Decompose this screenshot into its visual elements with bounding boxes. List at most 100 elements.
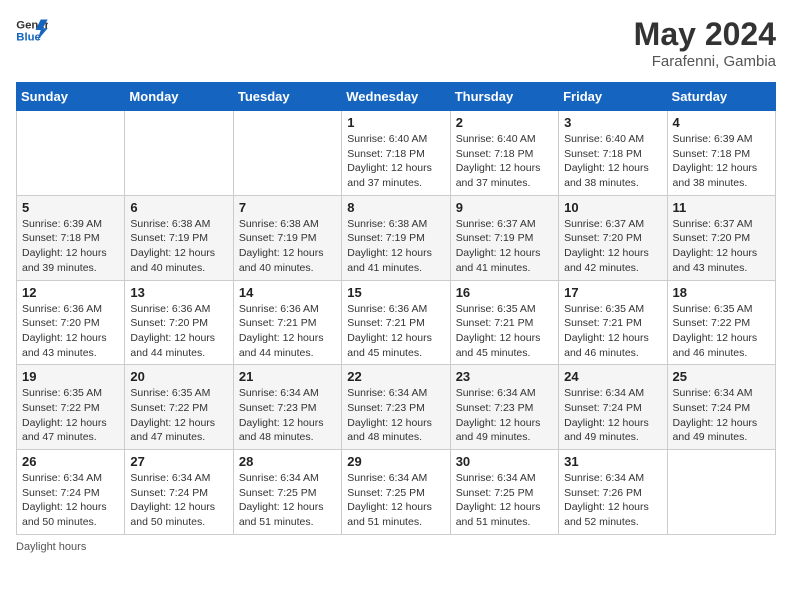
calendar-footer: Daylight hours <box>16 541 776 553</box>
weekday-header: Saturday <box>667 83 775 111</box>
day-detail: Sunrise: 6:40 AM Sunset: 7:18 PM Dayligh… <box>347 132 444 191</box>
day-detail: Sunrise: 6:34 AM Sunset: 7:23 PM Dayligh… <box>239 386 336 445</box>
calendar-cell: 4Sunrise: 6:39 AM Sunset: 7:18 PM Daylig… <box>667 111 775 196</box>
day-detail: Sunrise: 6:34 AM Sunset: 7:24 PM Dayligh… <box>673 386 770 445</box>
calendar-cell: 27 Sunrise: 6:34 AM Sunset: 7:24 PM Dayli… <box>125 450 233 535</box>
calendar-cell: 15Sunrise: 6:36 AM Sunset: 7:21 PM Dayli… <box>342 280 450 365</box>
logo: General Blue <box>16 16 48 44</box>
calendar-cell: 10 Sunrise: 6:37 AM Sunset: 7:20 PM Dayli… <box>559 195 667 280</box>
calendar-cell: 13Sunrise: 6:36 AM Sunset: 7:20 PM Dayli… <box>125 280 233 365</box>
calendar-cell: 26Sunrise: 6:34 AM Sunset: 7:24 PM Dayli… <box>17 450 125 535</box>
calendar-cell: 30 Sunrise: 6:34 AM Sunset: 7:25 PM Dayli… <box>450 450 558 535</box>
day-detail: Sunrise: 6:34 AM Sunset: 7:25 PM Dayligh… <box>456 471 553 530</box>
day-detail: Sunrise: 6:35 AM Sunset: 7:22 PM Dayligh… <box>130 386 227 445</box>
calendar-cell: 31 Sunrise: 6:34 AM Sunset: 7:26 PM Dayli… <box>559 450 667 535</box>
month-year-title: May 2024 <box>634 16 776 53</box>
day-detail: Sunrise: 6:36 AM Sunset: 7:21 PM Dayligh… <box>239 302 336 361</box>
day-number: 31 <box>564 454 661 469</box>
weekday-header: Thursday <box>450 83 558 111</box>
day-number: 25 <box>673 369 770 384</box>
day-number: 7 <box>239 200 336 215</box>
day-number: 6 <box>130 200 227 215</box>
calendar-cell: 22 Sunrise: 6:34 AM Sunset: 7:23 PM Dayli… <box>342 365 450 450</box>
calendar-cell: 1Sunrise: 6:40 AM Sunset: 7:18 PM Daylig… <box>342 111 450 196</box>
day-number: 21 <box>239 369 336 384</box>
calendar-cell <box>233 111 341 196</box>
day-detail: Sunrise: 6:38 AM Sunset: 7:19 PM Dayligh… <box>347 217 444 276</box>
daylight-label: Daylight hours <box>16 541 86 553</box>
calendar-cell: 2Sunrise: 6:40 AM Sunset: 7:18 PM Daylig… <box>450 111 558 196</box>
title-block: May 2024 Farafenni, Gambia <box>634 16 776 70</box>
calendar-table: SundayMondayTuesdayWednesdayThursdayFrid… <box>16 82 776 535</box>
calendar-week-row: 19 Sunrise: 6:35 AM Sunset: 7:22 PM Dayli… <box>17 365 776 450</box>
calendar-cell: 12 Sunrise: 6:36 AM Sunset: 7:20 PM Dayli… <box>17 280 125 365</box>
day-detail: Sunrise: 6:39 AM Sunset: 7:18 PM Dayligh… <box>673 132 770 191</box>
weekday-header: Monday <box>125 83 233 111</box>
calendar-cell <box>667 450 775 535</box>
calendar-cell <box>125 111 233 196</box>
day-detail: Sunrise: 6:34 AM Sunset: 7:24 PM Dayligh… <box>130 471 227 530</box>
calendar-cell: 6Sunrise: 6:38 AM Sunset: 7:19 PM Daylig… <box>125 195 233 280</box>
calendar-cell: 16Sunrise: 6:35 AM Sunset: 7:21 PM Dayli… <box>450 280 558 365</box>
day-number: 24 <box>564 369 661 384</box>
logo-icon: General Blue <box>16 16 48 44</box>
calendar-cell: 29Sunrise: 6:34 AM Sunset: 7:25 PM Dayli… <box>342 450 450 535</box>
day-number: 18 <box>673 285 770 300</box>
day-number: 12 <box>22 285 119 300</box>
location-subtitle: Farafenni, Gambia <box>634 53 776 70</box>
day-detail: Sunrise: 6:38 AM Sunset: 7:19 PM Dayligh… <box>239 217 336 276</box>
calendar-cell: 8 Sunrise: 6:38 AM Sunset: 7:19 PM Daylig… <box>342 195 450 280</box>
day-detail: Sunrise: 6:36 AM Sunset: 7:20 PM Dayligh… <box>22 302 119 361</box>
day-detail: Sunrise: 6:35 AM Sunset: 7:22 PM Dayligh… <box>673 302 770 361</box>
weekday-header: Tuesday <box>233 83 341 111</box>
day-number: 19 <box>22 369 119 384</box>
day-detail: Sunrise: 6:35 AM Sunset: 7:22 PM Dayligh… <box>22 386 119 445</box>
weekday-header: Friday <box>559 83 667 111</box>
calendar-cell: 18 Sunrise: 6:35 AM Sunset: 7:22 PM Dayli… <box>667 280 775 365</box>
calendar-cell: 25 Sunrise: 6:34 AM Sunset: 7:24 PM Dayli… <box>667 365 775 450</box>
day-detail: Sunrise: 6:35 AM Sunset: 7:21 PM Dayligh… <box>564 302 661 361</box>
day-number: 17 <box>564 285 661 300</box>
weekday-header: Wednesday <box>342 83 450 111</box>
calendar-cell: 20 Sunrise: 6:35 AM Sunset: 7:22 PM Dayli… <box>125 365 233 450</box>
weekday-header: Sunday <box>17 83 125 111</box>
day-detail: Sunrise: 6:34 AM Sunset: 7:23 PM Dayligh… <box>347 386 444 445</box>
calendar-week-row: 26Sunrise: 6:34 AM Sunset: 7:24 PM Dayli… <box>17 450 776 535</box>
day-detail: Sunrise: 6:37 AM Sunset: 7:20 PM Dayligh… <box>673 217 770 276</box>
day-detail: Sunrise: 6:34 AM Sunset: 7:24 PM Dayligh… <box>22 471 119 530</box>
calendar-week-row: 5Sunrise: 6:39 AM Sunset: 7:18 PM Daylig… <box>17 195 776 280</box>
calendar-cell: 5Sunrise: 6:39 AM Sunset: 7:18 PM Daylig… <box>17 195 125 280</box>
day-detail: Sunrise: 6:34 AM Sunset: 7:24 PM Dayligh… <box>564 386 661 445</box>
calendar-cell: 3Sunrise: 6:40 AM Sunset: 7:18 PM Daylig… <box>559 111 667 196</box>
day-number: 22 <box>347 369 444 384</box>
day-number: 28 <box>239 454 336 469</box>
day-number: 27 <box>130 454 227 469</box>
day-detail: Sunrise: 6:36 AM Sunset: 7:21 PM Dayligh… <box>347 302 444 361</box>
day-number: 13 <box>130 285 227 300</box>
day-detail: Sunrise: 6:34 AM Sunset: 7:26 PM Dayligh… <box>564 471 661 530</box>
day-detail: Sunrise: 6:37 AM Sunset: 7:19 PM Dayligh… <box>456 217 553 276</box>
day-number: 23 <box>456 369 553 384</box>
day-detail: Sunrise: 6:40 AM Sunset: 7:18 PM Dayligh… <box>564 132 661 191</box>
day-number: 14 <box>239 285 336 300</box>
calendar-cell <box>17 111 125 196</box>
calendar-cell: 23Sunrise: 6:34 AM Sunset: 7:23 PM Dayli… <box>450 365 558 450</box>
day-detail: Sunrise: 6:37 AM Sunset: 7:20 PM Dayligh… <box>564 217 661 276</box>
calendar-cell: 7 Sunrise: 6:38 AM Sunset: 7:19 PM Daylig… <box>233 195 341 280</box>
calendar-cell: 21 Sunrise: 6:34 AM Sunset: 7:23 PM Dayli… <box>233 365 341 450</box>
weekday-header-row: SundayMondayTuesdayWednesdayThursdayFrid… <box>17 83 776 111</box>
page-header: General Blue May 2024 Farafenni, Gambia <box>16 16 776 70</box>
calendar-cell: 14 Sunrise: 6:36 AM Sunset: 7:21 PM Dayli… <box>233 280 341 365</box>
day-detail: Sunrise: 6:39 AM Sunset: 7:18 PM Dayligh… <box>22 217 119 276</box>
day-number: 30 <box>456 454 553 469</box>
day-detail: Sunrise: 6:34 AM Sunset: 7:25 PM Dayligh… <box>239 471 336 530</box>
day-number: 29 <box>347 454 444 469</box>
day-number: 10 <box>564 200 661 215</box>
day-number: 8 <box>347 200 444 215</box>
calendar-cell: 9Sunrise: 6:37 AM Sunset: 7:19 PM Daylig… <box>450 195 558 280</box>
day-number: 16 <box>456 285 553 300</box>
day-number: 20 <box>130 369 227 384</box>
calendar-week-row: 12 Sunrise: 6:36 AM Sunset: 7:20 PM Dayli… <box>17 280 776 365</box>
calendar-cell: 19 Sunrise: 6:35 AM Sunset: 7:22 PM Dayli… <box>17 365 125 450</box>
calendar-cell: 11Sunrise: 6:37 AM Sunset: 7:20 PM Dayli… <box>667 195 775 280</box>
